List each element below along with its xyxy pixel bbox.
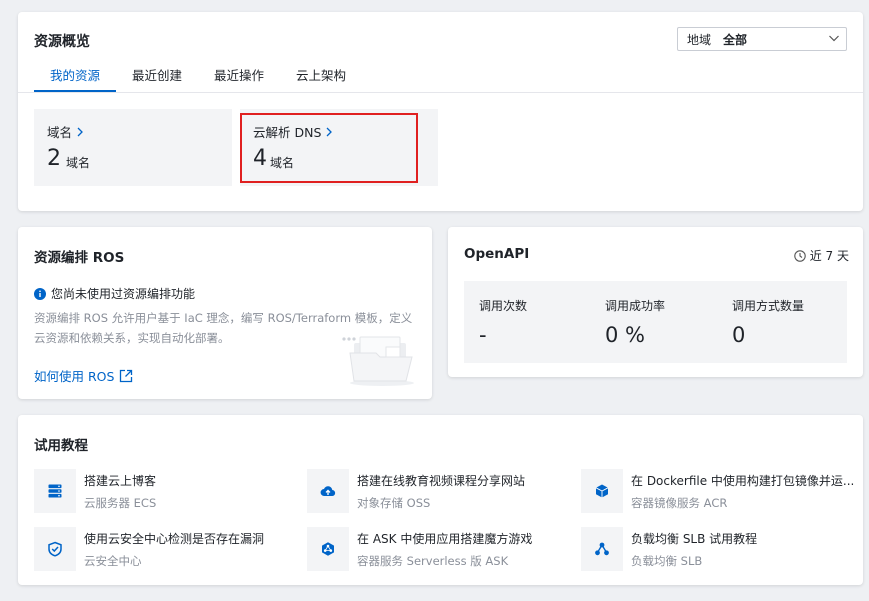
ros-info-text: 您尚未使用过资源编排功能 (51, 287, 196, 301)
external-link-icon (120, 369, 133, 382)
tab-my-resources[interactable]: 我的资源 (34, 67, 117, 92)
ros-info: 您尚未使用过资源编排功能 (34, 285, 195, 302)
domain-stat-card[interactable]: 域名 2 域名 (34, 109, 232, 186)
cube-icon (595, 484, 609, 498)
domain-stat-count: 2 (47, 146, 61, 171)
dns-stat-name: 云解析 DNS (253, 125, 322, 140)
tutorial-name: 在 Dockerfile 中使用构建打包镜像并运... (631, 474, 855, 488)
tutorial-icon-box (581, 469, 623, 513)
chevron-down-icon (829, 35, 839, 42)
clock-icon (793, 249, 806, 262)
api-method-count-value: 0 (732, 323, 746, 347)
tutorial-name: 负载均衡 SLB 试用教程 (631, 532, 758, 546)
tutorials-title: 试用教程 (34, 438, 88, 454)
ros-help-link[interactable]: 如何使用 ROS (34, 366, 133, 385)
tutorials-card: 试用教程 搭建云上博客 云服务器 ECS 搭建在线教育视频课程分享网站 对象存储… (18, 415, 863, 585)
tab-recent-operations[interactable]: 最近操作 (198, 67, 280, 92)
region-select-label: 地域 (687, 32, 712, 47)
tutorial-icon-box (581, 527, 623, 571)
tutorial-item[interactable]: 在 ASK 中使用应用搭建魔方游戏 容器服务 Serverless 版 ASK (307, 527, 577, 571)
api-call-count-label: 调用次数 (479, 299, 528, 313)
domain-stat-name: 域名 (47, 125, 73, 140)
dns-stat-count: 4 (253, 146, 267, 171)
tutorial-item[interactable]: 负载均衡 SLB 试用教程 负载均衡 SLB (581, 527, 851, 571)
info-icon (34, 287, 46, 300)
chevron-right-icon (326, 127, 333, 136)
tutorial-service: 对象存储 OSS (357, 496, 431, 510)
tabs-divider (18, 92, 863, 93)
tutorial-service: 云服务器 ECS (84, 496, 157, 510)
api-method-count-label: 调用方式数量 (732, 299, 805, 313)
server-icon (48, 484, 62, 498)
tutorial-item[interactable]: 搭建云上博客 云服务器 ECS (34, 469, 304, 513)
api-call-count-value: - (479, 323, 487, 347)
tutorial-name: 在 ASK 中使用应用搭建魔方游戏 (357, 532, 533, 546)
ros-card: 资源编排 ROS 您尚未使用过资源编排功能 资源编排 ROS 允许用户基于 Ia… (18, 227, 432, 399)
tutorial-service: 容器服务 Serverless 版 ASK (357, 554, 509, 568)
dns-stat-card[interactable]: 云解析 DNS 4 域名 (240, 109, 438, 186)
tutorial-service: 负载均衡 SLB (631, 554, 703, 568)
empty-folder-illustration (342, 336, 414, 386)
domain-stat-unit: 域名 (66, 156, 91, 170)
tab-recently-created[interactable]: 最近创建 (116, 67, 198, 92)
dns-stat-unit: 域名 (270, 156, 295, 170)
tutorial-item[interactable]: 在 Dockerfile 中使用构建打包镜像并运... 容器镜像服务 ACR (581, 469, 855, 513)
region-select-value: 全部 (723, 32, 748, 47)
openapi-title: OpenAPI (464, 246, 530, 262)
dns-stat-header: 云解析 DNS (253, 122, 333, 141)
api-success-rate-value: 0 % (605, 323, 645, 347)
resource-overview-card: 资源概览 地域 全部 我的资源 最近创建 最近操作 云上架构 域名 2 域名 云… (18, 12, 863, 211)
region-select[interactable]: 地域 全部 (677, 27, 847, 51)
cluster-icon (322, 542, 334, 556)
time-range-label: 近 7 天 (809, 249, 849, 263)
api-success-rate-stat: 调用成功率 0 % (605, 297, 665, 347)
overview-title: 资源概览 (34, 34, 90, 50)
tutorial-item[interactable]: 搭建在线教育视频课程分享网站 对象存储 OSS (307, 469, 577, 513)
overview-tabs: 我的资源 最近创建 最近操作 云上架构 (34, 67, 362, 92)
openapi-card: OpenAPI 近 7 天 调用次数 - 调用成功率 0 % 调用方式数量 0 (448, 227, 863, 377)
tutorial-service: 云安全中心 (84, 554, 142, 568)
tab-cloud-architecture[interactable]: 云上架构 (280, 67, 362, 92)
tutorial-item[interactable]: 使用云安全中心检测是否存在漏洞 云安全中心 (34, 527, 304, 571)
shield-icon (48, 541, 62, 557)
tutorial-icon-box (307, 469, 349, 513)
ros-title: 资源编排 ROS (34, 250, 125, 266)
chevron-right-icon (77, 127, 83, 136)
tutorial-service: 容器镜像服务 ACR (631, 496, 728, 510)
tutorial-name: 搭建在线教育视频课程分享网站 (357, 474, 526, 488)
domain-stat-header: 域名 (47, 122, 84, 141)
load-balancer-icon (595, 542, 609, 556)
tutorial-icon-box (34, 527, 76, 571)
tutorial-icon-box (307, 527, 349, 571)
tutorial-name: 使用云安全中心检测是否存在漏洞 (84, 532, 265, 546)
api-success-rate-label: 调用成功率 (605, 299, 666, 313)
cloud-upload-icon (320, 486, 336, 497)
ros-help-link-text: 如何使用 ROS (34, 369, 115, 384)
api-call-count-stat: 调用次数 - (479, 297, 527, 347)
tutorial-name: 搭建云上博客 (84, 474, 157, 488)
tutorial-icon-box (34, 469, 76, 513)
openapi-stats-panel: 调用次数 - 调用成功率 0 % 调用方式数量 0 (464, 281, 847, 363)
api-method-count-stat: 调用方式数量 0 (732, 297, 804, 347)
time-range-selector[interactable]: 近 7 天 (793, 247, 849, 264)
